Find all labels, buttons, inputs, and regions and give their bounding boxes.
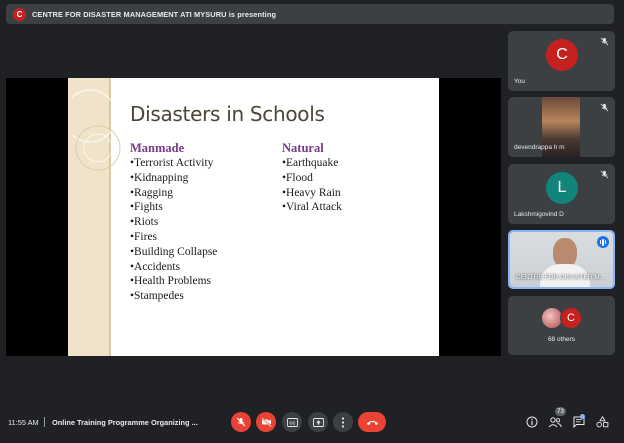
others-count: 68 others [547,336,576,343]
mic-off-icon [236,417,246,427]
present-button[interactable] [308,412,328,432]
manmade-column: Manmade •Terrorist Activity •Kidnapping … [130,141,217,304]
activities-button[interactable] [594,414,610,430]
list-item: •Fires [130,230,158,243]
mic-toggle-button[interactable] [231,412,251,432]
list-item: •Viral Attack [282,201,342,214]
speaking-indicator-icon [597,236,609,248]
list-item: •Fights [130,201,163,214]
presenting-text: CENTRE FOR DISASTER MANAGEMENT ATI MYSUR… [32,9,277,19]
hangup-icon [366,420,378,425]
divider [44,417,45,427]
others-tile[interactable]: C 68 others [508,296,615,355]
manmade-heading: Manmade [130,141,185,155]
more-options-button[interactable] [333,412,353,432]
camera-off-icon [260,417,272,427]
avatar: C [546,39,578,71]
list-item: •Stampedes [130,290,184,303]
participant-tile-lakshmigovind[interactable]: L Lakshmigovind D [508,164,615,224]
participant-tile-devendrappa[interactable]: devendrappa h m [508,97,615,157]
present-icon [312,417,324,427]
chat-notification-dot [580,414,585,419]
list-item: •Heavy Rain [282,186,341,199]
natural-column: Natural •Earthquake •Flood •Heavy Rain •… [282,141,342,215]
slide-title: Disasters in Schools [130,102,325,126]
svg-text:CC: CC [289,420,295,425]
list-item: •Kidnapping [130,171,189,184]
slide: Disasters in Schools Manmade •Terrorist … [68,78,439,356]
camera-toggle-button[interactable] [256,412,276,432]
meeting-title[interactable]: Online Training Programme Organizing ... [52,418,198,427]
participant-name: You [514,78,525,85]
avatar: C [560,307,582,329]
list-item: •Building Collapse [130,245,218,258]
mic-off-icon [600,37,609,46]
info-icon [526,416,538,428]
people-icon [548,416,562,427]
clock: 11:55 AM [8,418,39,427]
control-bar: 11:55 AM Online Training Programme Organ… [0,405,624,439]
others-avatars: C [541,307,585,329]
more-icon [341,416,345,428]
slide-decor-circles [72,89,121,171]
captions-button[interactable]: CC [282,412,302,432]
people-button[interactable] [547,414,563,430]
list-item: •Riots [130,216,159,229]
list-item: •Ragging [130,186,173,199]
list-item: •Earthquake [282,157,339,169]
list-item: •Terrorist Activity [130,157,214,169]
mic-off-icon [600,103,609,112]
participant-name: CENTRE FOR DISASTER M... [516,274,606,281]
participant-name: devendrappa h m [514,144,565,151]
mic-off-icon [600,170,609,179]
participant-name: Lakshmigovind D [514,211,564,218]
meeting-details-button[interactable] [524,414,540,430]
people-count-badge: 73 [555,407,566,416]
presentation-stage: Disasters in Schools Manmade •Terrorist … [6,78,501,356]
natural-heading: Natural [282,141,324,155]
avatar: L [546,172,578,204]
presenter-avatar: C [13,7,26,21]
list-item: •Flood [282,171,313,184]
participant-tile-you[interactable]: C You [508,31,615,91]
list-item: •Health Problems [130,275,211,288]
presenting-banner: C CENTRE FOR DISASTER MANAGEMENT ATI MYS… [6,4,614,24]
captions-icon: CC [286,417,298,427]
leave-call-button[interactable] [358,412,386,432]
activities-icon [595,416,608,428]
participant-tile-presenter[interactable]: CENTRE FOR DISASTER M... [508,230,615,289]
list-item: •Accidents [130,260,181,273]
